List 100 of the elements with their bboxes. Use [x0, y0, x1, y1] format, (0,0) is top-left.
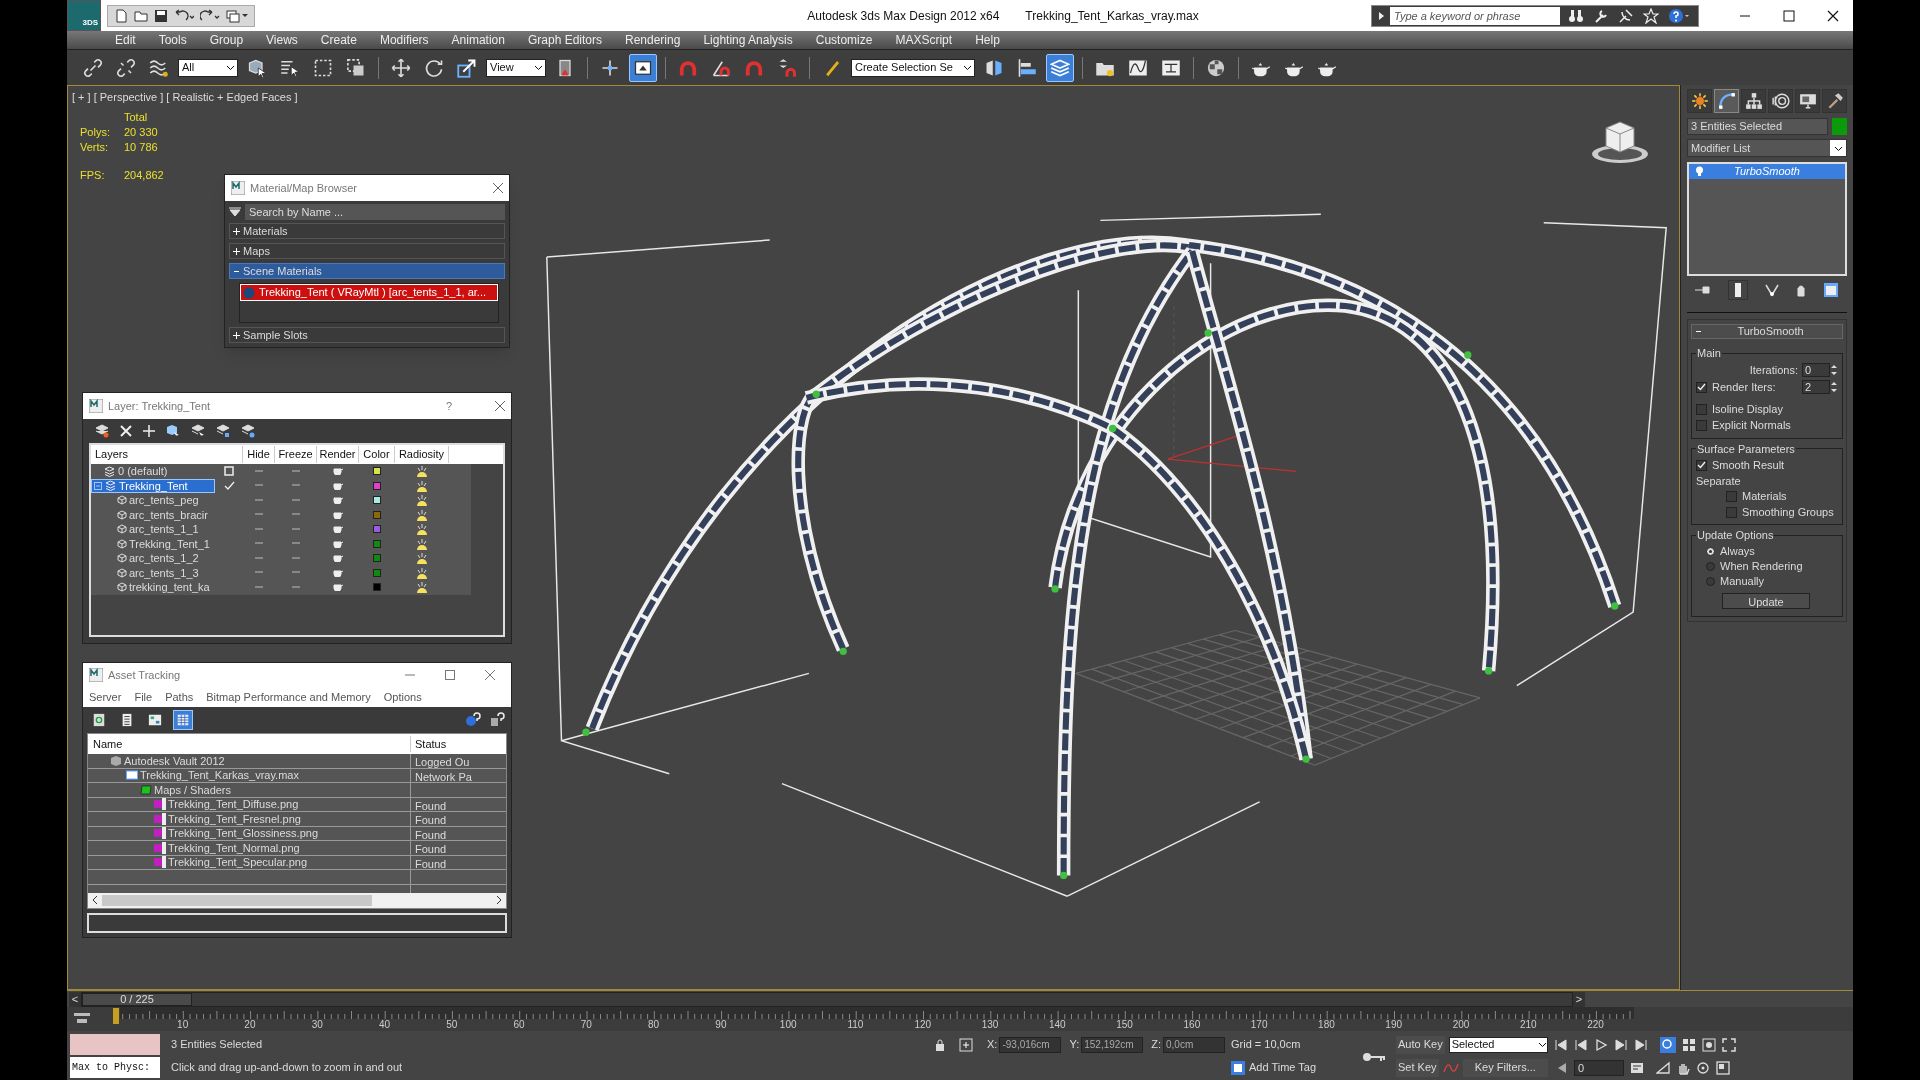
asset-name[interactable]: Trekking_Tent_Glossiness.png [88, 826, 411, 840]
radio-button[interactable] [1706, 546, 1715, 556]
sun-icon[interactable] [416, 566, 428, 579]
asset-name[interactable]: Trekking_Tent_Normal.png [88, 841, 411, 855]
key-mode-dropdown[interactable]: Selected [1448, 1036, 1548, 1053]
teapot-icon[interactable] [333, 496, 343, 505]
app-menu-button[interactable]: 3DS [67, 0, 101, 31]
close-icon[interactable] [1827, 9, 1839, 22]
set-key-button[interactable]: Set Key [1396, 1058, 1439, 1077]
zoom-all-icon[interactable] [1702, 1037, 1716, 1052]
radio-button[interactable] [1706, 561, 1715, 571]
number-field[interactable]: 0 [1802, 363, 1830, 377]
menu-item[interactable]: MAXScript [895, 31, 953, 49]
redo-arrow-icon[interactable] [200, 8, 220, 23]
help-ghost-icon[interactable] [489, 712, 505, 728]
undo-arrow-icon[interactable] [174, 8, 194, 23]
spinner-arrows-icon[interactable] [1830, 380, 1838, 394]
menu-item[interactable]: Bitmap Performance and Memory [206, 688, 371, 706]
go-to-end-icon[interactable] [1634, 1037, 1648, 1052]
delete-icon[interactable] [120, 425, 132, 437]
teapot-icon[interactable] [333, 568, 343, 577]
column-header[interactable]: Layers [91, 446, 243, 463]
help-button[interactable]: ? [445, 397, 452, 415]
absolute-mode-icon[interactable] [959, 1037, 973, 1052]
path-field[interactable] [87, 912, 507, 933]
column-header[interactable]: Status [411, 735, 447, 753]
rollout-header[interactable]: TurboSmooth [1691, 324, 1843, 339]
maximize-toggle-icon[interactable] [1716, 1060, 1730, 1075]
select-objects-icon[interactable] [166, 424, 180, 438]
menu-item[interactable]: Views [266, 31, 298, 49]
maximize-icon[interactable] [1783, 9, 1795, 22]
object-color-swatch[interactable] [1832, 118, 1847, 135]
sun-icon[interactable] [416, 465, 428, 478]
column-header[interactable]: Render [317, 446, 359, 463]
lock-icon[interactable] [935, 1038, 945, 1051]
sun-icon[interactable] [416, 523, 428, 536]
menu-item[interactable]: Customize [815, 31, 873, 49]
coord-field[interactable]: -93,016cm [999, 1036, 1062, 1053]
time-tag-icon[interactable] [1231, 1060, 1245, 1075]
color-swatch[interactable] [373, 583, 381, 592]
toolbar-dropdown[interactable]: View [486, 58, 546, 77]
viewport-label-menu[interactable]: [ + ] [72, 89, 91, 106]
grid-view-icon[interactable] [1682, 1037, 1696, 1052]
menu-item[interactable]: Graph Editors [527, 31, 602, 49]
sun-icon[interactable] [416, 508, 428, 521]
browser-group-header[interactable]: Scene Materials [229, 263, 505, 279]
viewport-label-menu[interactable]: [ Perspective ] [93, 89, 164, 106]
go-to-start-icon[interactable] [1554, 1037, 1568, 1052]
add-time-tag-button[interactable]: Add Time Tag [1249, 1059, 1317, 1076]
menu-item[interactable]: Lighting Analysis [703, 31, 793, 49]
color-swatch[interactable] [373, 539, 381, 548]
menu-item[interactable]: Modifiers [379, 31, 429, 49]
teapot-icon[interactable] [333, 467, 343, 476]
color-swatch[interactable] [373, 510, 381, 519]
column-header[interactable]: Freeze [275, 446, 317, 463]
filter-icon[interactable] [229, 207, 241, 217]
sun-icon[interactable] [416, 552, 428, 565]
menu-item[interactable]: Server [89, 688, 122, 706]
asset-name[interactable]: Autodesk Vault 2012 [88, 754, 411, 768]
toolbar-dropdown[interactable]: All [178, 58, 238, 77]
collapse-box-icon[interactable] [94, 481, 102, 490]
color-swatch[interactable] [373, 481, 381, 490]
field-of-view-icon[interactable] [1656, 1060, 1670, 1075]
teapot-icon[interactable] [333, 525, 343, 534]
update-button[interactable]: Update [1722, 592, 1810, 609]
command-panel-tab[interactable] [1795, 89, 1820, 113]
menu-item[interactable]: Group [209, 31, 244, 49]
command-panel-tab[interactable] [1741, 89, 1766, 113]
teapot-icon[interactable] [333, 554, 343, 563]
column-header[interactable]: Hide [243, 446, 275, 463]
search-field[interactable]: Search by Name ... [245, 204, 505, 220]
browser-group-header[interactable]: Materials [229, 223, 505, 239]
play-icon[interactable] [1594, 1037, 1608, 1052]
menu-item[interactable]: Create [320, 31, 357, 49]
menu-item[interactable]: Options [383, 688, 422, 706]
browser-group-header[interactable]: Sample Slots [229, 327, 505, 343]
help-globe-icon[interactable] [465, 712, 481, 728]
teapot-icon[interactable] [333, 481, 343, 490]
sun-icon[interactable] [416, 494, 428, 507]
new-file-icon[interactable] [114, 8, 128, 23]
color-swatch[interactable] [373, 496, 381, 505]
teapot-icon[interactable] [333, 539, 343, 548]
color-swatch[interactable] [373, 467, 381, 476]
color-swatch[interactable] [373, 568, 381, 577]
color-swatch[interactable] [373, 554, 381, 563]
previous-frame-button[interactable]: < [69, 991, 81, 1007]
coord-field[interactable]: 0,0cm [1163, 1036, 1225, 1053]
asset-name[interactable]: Trekking_Tent_Specular.png [88, 855, 411, 869]
coord-field[interactable]: 152,192cm [1081, 1036, 1144, 1053]
hide-layers-icon[interactable] [241, 424, 255, 438]
toolbar-button[interactable] [629, 53, 657, 82]
column-header[interactable]: Color [359, 446, 395, 463]
sun-icon[interactable] [416, 479, 428, 492]
lightbulb-icon[interactable] [1695, 166, 1704, 177]
project-folder-icon[interactable] [226, 8, 248, 23]
material-item[interactable]: Trekking_Tent ( VRayMtl ) [arc_tents_1_1, ar... [240, 284, 498, 301]
show-end-result-button[interactable] [1728, 280, 1749, 300]
maximize-viewport-icon[interactable] [1722, 1037, 1736, 1052]
teapot-icon[interactable] [333, 510, 343, 519]
checkbox[interactable] [1696, 381, 1707, 393]
